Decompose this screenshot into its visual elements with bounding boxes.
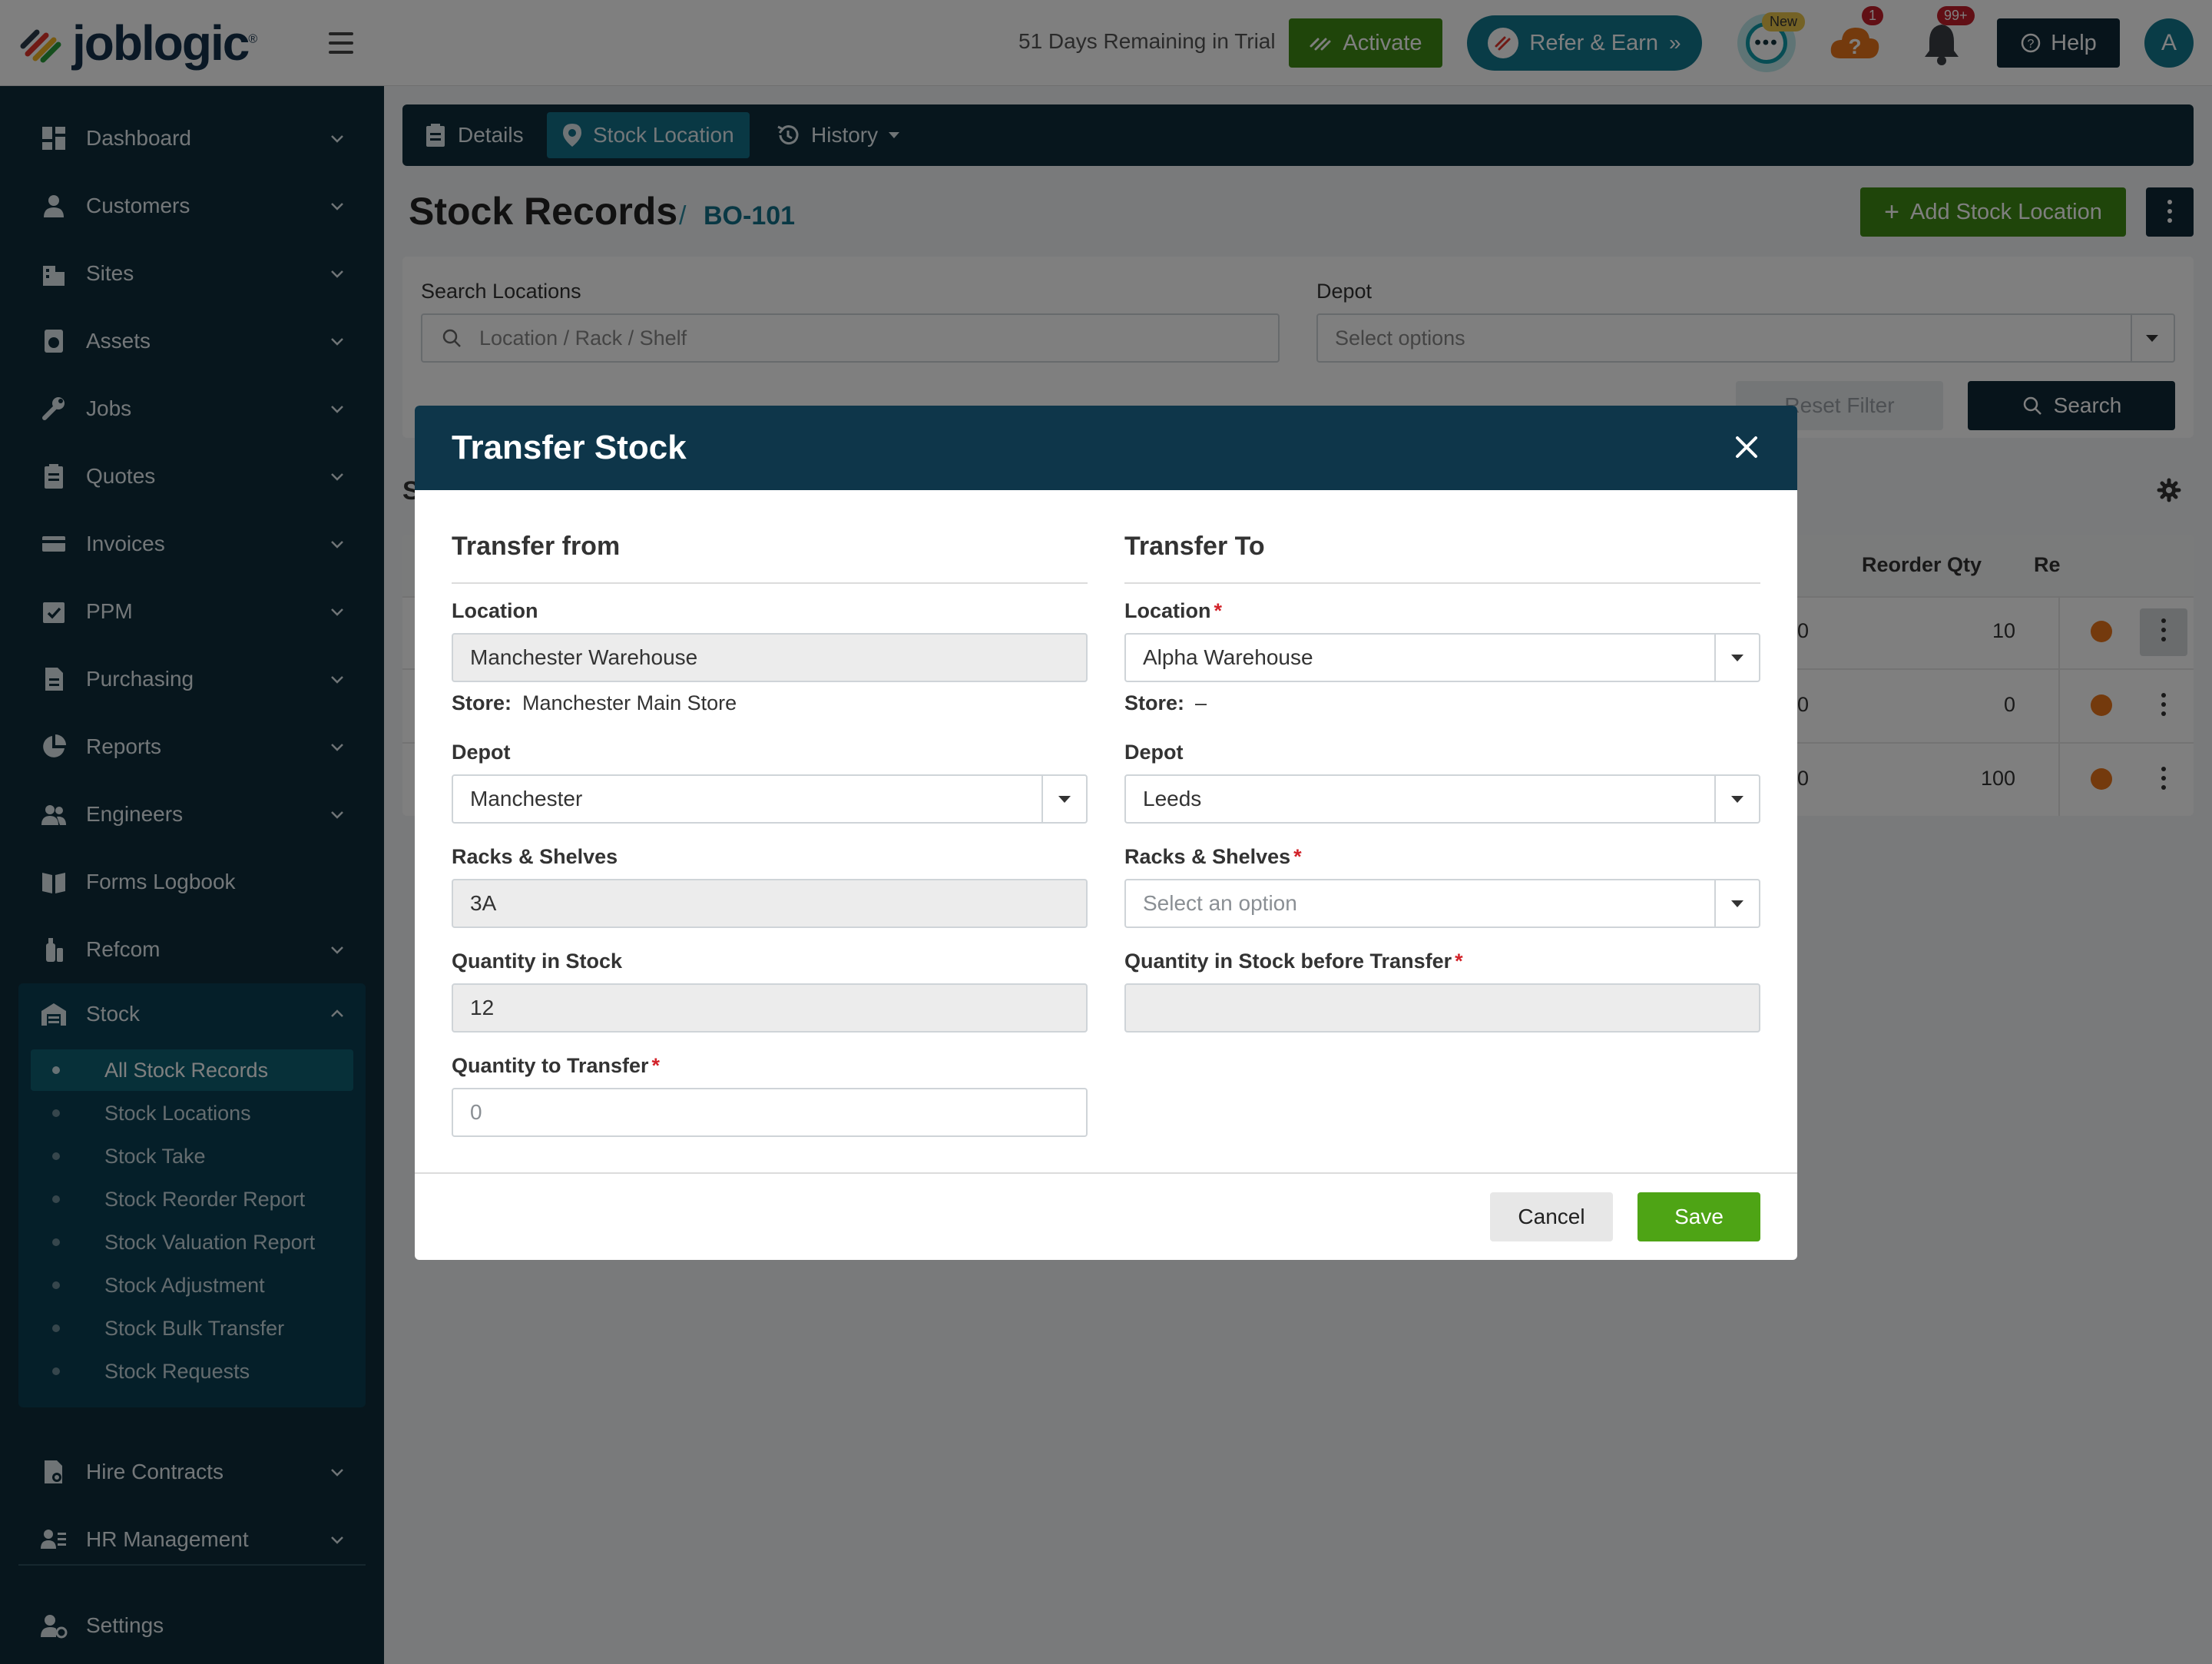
caret-down-icon [1731,796,1743,803]
to-store-line: Store: – [1124,691,1207,715]
to-depot-value: Leeds [1143,787,1202,810]
to-racks-label: Racks & Shelves * [1124,845,1302,868]
required-asterisk: * [651,1054,661,1077]
caret-down-icon [1731,900,1743,907]
required-asterisk: * [1293,845,1302,868]
section-divider [452,582,1088,584]
from-depot-select[interactable]: Manchester [452,774,1088,824]
qty-transfer-label: Quantity to Transfer * [452,1054,661,1077]
to-location-select[interactable]: Alpha Warehouse [1124,633,1760,682]
from-qty-stock-value: 12 [470,996,495,1019]
to-racks-placeholder: Select an option [1143,891,1297,915]
required-asterisk: * [1214,599,1223,622]
from-depot-value: Manchester [470,787,583,810]
qty-transfer-input[interactable]: 0 [452,1088,1088,1137]
cancel-label: Cancel [1518,1205,1585,1228]
modal-footer-divider [415,1172,1797,1174]
from-qty-stock-label: Quantity in Stock [452,950,623,973]
save-label: Save [1674,1205,1724,1228]
modal-header: Transfer Stock [415,406,1797,490]
from-qty-stock-field: 12 [452,983,1088,1033]
required-asterisk: * [1455,950,1463,973]
from-racks-field: 3A [452,879,1088,928]
from-location-field: Manchester Warehouse [452,633,1088,682]
to-depot-select[interactable]: Leeds [1124,774,1760,824]
from-store-line: Store: Manchester Main Store [452,691,737,715]
from-location-label: Location [452,599,538,622]
from-racks-value: 3A [470,891,497,915]
close-icon[interactable] [1731,432,1762,462]
to-store-label: Store: [1124,691,1185,714]
from-location-value: Manchester Warehouse [470,645,698,669]
caret-down-icon [1731,655,1743,661]
transfer-to-heading: Transfer To [1124,532,1265,561]
from-racks-label: Racks & Shelves [452,845,618,868]
from-store-label: Store: [452,691,512,714]
to-qty-before-label: Quantity in Stock before Transfer * [1124,950,1463,973]
from-store-value: Manchester Main Store [522,691,737,714]
section-divider [1124,582,1760,584]
save-button[interactable]: Save [1637,1192,1760,1241]
cancel-button[interactable]: Cancel [1490,1192,1613,1241]
to-location-value: Alpha Warehouse [1143,645,1313,669]
caret-down-icon [1058,796,1071,803]
to-depot-label: Depot [1124,741,1184,764]
from-depot-label: Depot [452,741,511,764]
to-qty-before-field [1124,983,1760,1033]
to-store-value: – [1195,691,1207,714]
to-racks-select[interactable]: Select an option [1124,879,1760,928]
to-location-label: Location * [1124,599,1223,622]
modal-title: Transfer Stock [452,429,687,466]
transfer-from-heading: Transfer from [452,532,621,561]
qty-transfer-placeholder: 0 [470,1100,482,1124]
transfer-stock-modal: Transfer Stock Transfer from Location Ma… [415,406,1797,1260]
